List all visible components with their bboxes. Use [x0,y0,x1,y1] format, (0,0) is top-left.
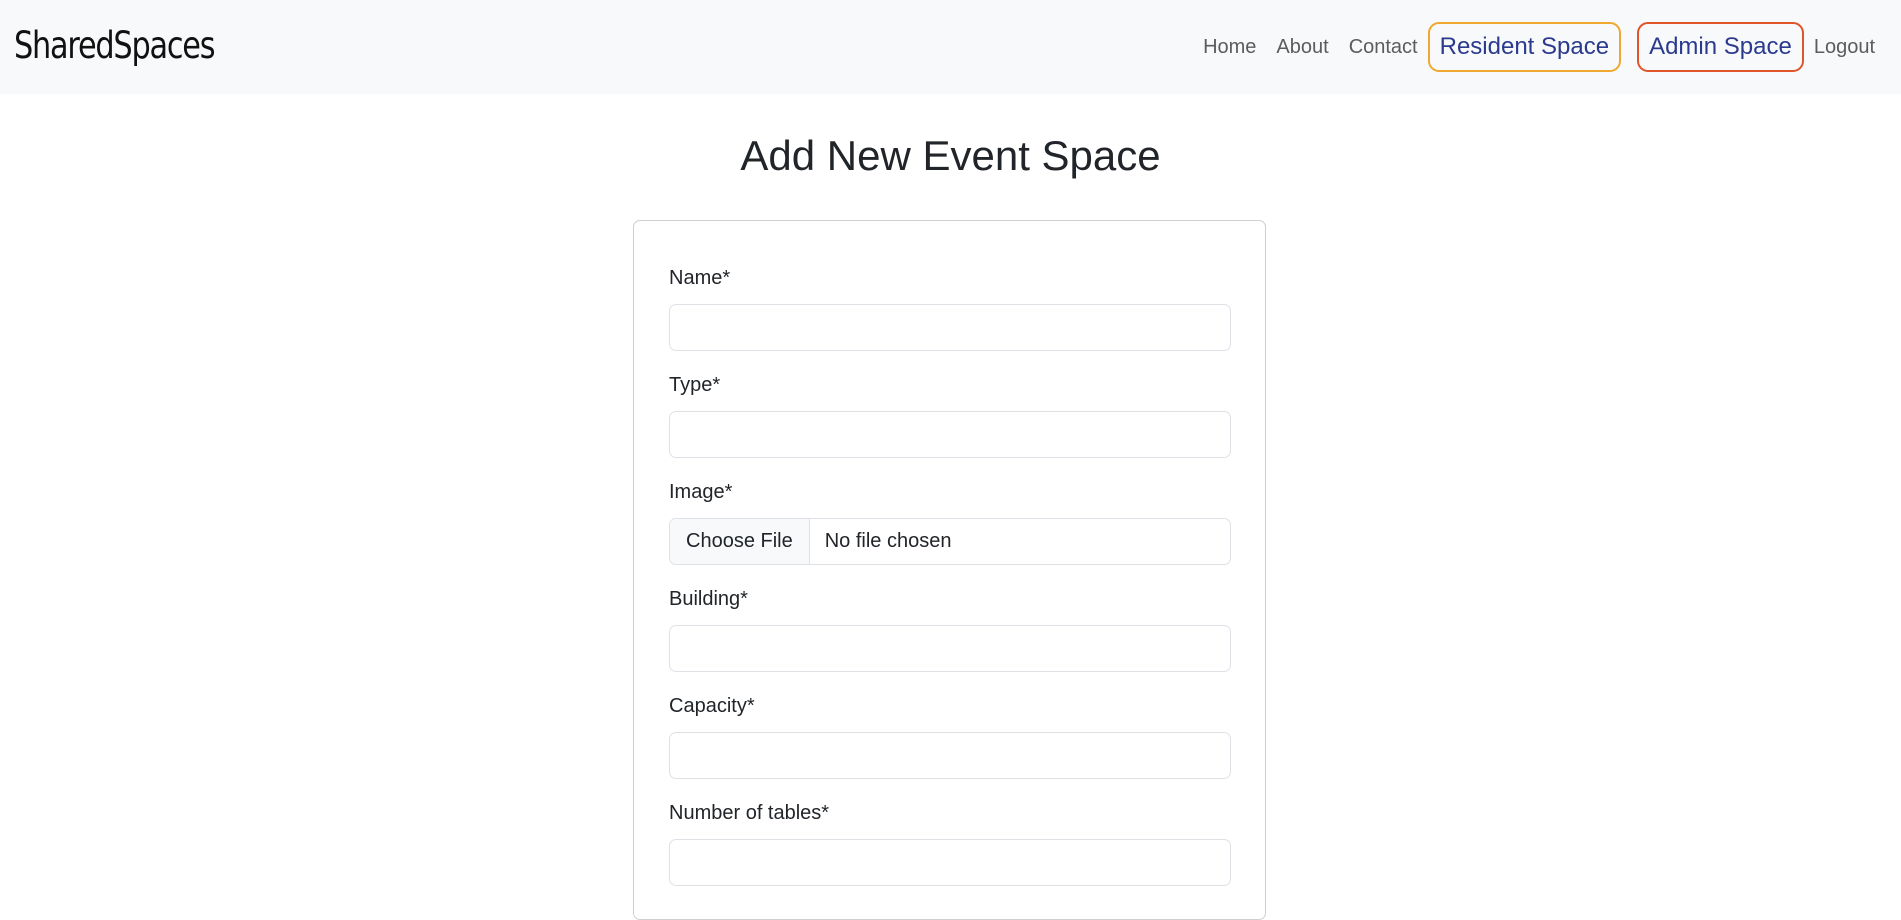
name-label: Name* [669,267,731,289]
type-field-group: Type* [669,373,1231,458]
nav-links: Home About Contact Resident Space Admin … [1193,22,1875,72]
capacity-field-group: Capacity* [669,694,1231,779]
image-file-input[interactable]: Choose File No file chosen [669,518,1231,565]
name-input[interactable] [669,304,1231,351]
tables-field-group: Number of tables* [669,801,1231,886]
file-status-text: No file chosen [824,530,952,552]
tables-input[interactable] [669,839,1231,886]
nav-link-about[interactable]: About [1266,36,1338,59]
capacity-label: Capacity* [669,695,755,717]
nav-link-contact[interactable]: Contact [1339,36,1428,59]
type-label: Type* [669,374,721,396]
brand-logo[interactable]: SharedSpaces [14,22,216,70]
nav-link-home[interactable]: Home [1193,36,1266,59]
resident-space-button[interactable]: Resident Space [1427,22,1622,72]
add-event-space-form: Name* Type* Image* Choose File No file c… [633,220,1266,920]
navbar: SharedSpaces Home About Contact Resident… [0,0,1901,94]
image-label: Image* [669,481,733,503]
capacity-input[interactable] [669,732,1231,779]
admin-space-button[interactable]: Admin Space [1637,22,1804,72]
building-input[interactable] [669,625,1231,672]
name-field-group: Name* [669,266,1231,351]
nav-link-logout[interactable]: Logout [1804,36,1875,59]
choose-file-button[interactable]: Choose File [670,519,810,564]
building-field-group: Building* [669,587,1231,672]
image-field-group: Image* Choose File No file chosen [669,480,1231,565]
page-title: Add New Event Space [740,132,1161,179]
type-input[interactable] [669,411,1231,458]
building-label: Building* [669,588,748,610]
tables-label: Number of tables* [669,802,830,824]
